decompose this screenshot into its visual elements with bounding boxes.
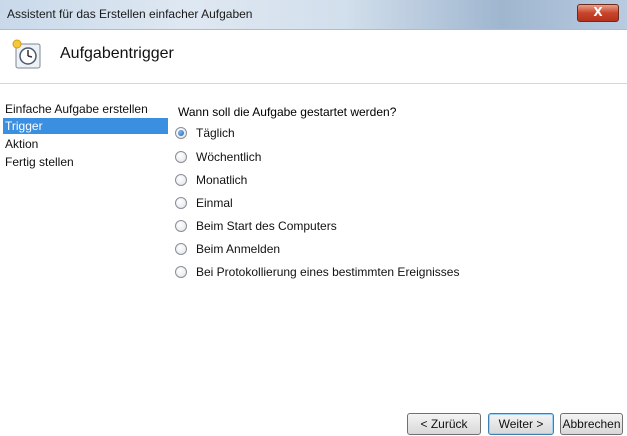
radio-button[interactable] bbox=[175, 220, 187, 232]
option-computer-start[interactable]: Beim Start des Computers bbox=[175, 217, 337, 235]
wizard-header: Aufgabentrigger bbox=[0, 30, 627, 84]
radio-button[interactable] bbox=[175, 151, 187, 163]
option-label: Monatlich bbox=[196, 173, 248, 187]
close-button[interactable]: X bbox=[577, 4, 619, 22]
title-bar: Assistent für das Erstellen einfacher Au… bbox=[0, 0, 627, 30]
radio-button[interactable] bbox=[175, 127, 187, 139]
option-event-log[interactable]: Bei Protokollierung eines bestimmten Ere… bbox=[175, 263, 459, 281]
wizard-sidebar: Einfache Aufgabe erstellen Trigger Aktio… bbox=[0, 84, 168, 436]
window-title: Assistent für das Erstellen einfacher Au… bbox=[7, 7, 253, 21]
sidebar-item-finish[interactable]: Fertig stellen bbox=[3, 154, 168, 170]
wizard-footer: < Zurück Weiter > Abbrechen bbox=[0, 400, 627, 436]
sidebar-item-create-task[interactable]: Einfache Aufgabe erstellen bbox=[3, 101, 168, 117]
option-label: Wöchentlich bbox=[196, 150, 262, 164]
option-monthly[interactable]: Monatlich bbox=[175, 171, 247, 189]
option-weekly[interactable]: Wöchentlich bbox=[175, 148, 261, 166]
option-daily[interactable]: Täglich bbox=[175, 124, 235, 142]
next-button[interactable]: Weiter > bbox=[488, 413, 554, 435]
back-button[interactable]: < Zurück bbox=[407, 413, 481, 435]
sidebar-item-trigger[interactable]: Trigger bbox=[3, 118, 168, 134]
radio-button[interactable] bbox=[175, 266, 187, 278]
radio-button[interactable] bbox=[175, 174, 187, 186]
option-label: Beim Start des Computers bbox=[196, 219, 337, 233]
trigger-question: Wann soll die Aufgabe gestartet werden? bbox=[178, 105, 397, 119]
cancel-button[interactable]: Abbrechen bbox=[560, 413, 623, 435]
option-logon[interactable]: Beim Anmelden bbox=[175, 240, 280, 258]
sidebar-item-action[interactable]: Aktion bbox=[3, 136, 168, 152]
option-label: Einmal bbox=[196, 196, 233, 210]
radio-button[interactable] bbox=[175, 243, 187, 255]
trigger-panel: Wann soll die Aufgabe gestartet werden? … bbox=[172, 84, 627, 394]
option-label: Täglich bbox=[196, 126, 235, 140]
option-once[interactable]: Einmal bbox=[175, 194, 233, 212]
page-title: Aufgabentrigger bbox=[60, 45, 174, 62]
task-clock-icon bbox=[12, 39, 41, 69]
radio-button[interactable] bbox=[175, 197, 187, 209]
option-label: Beim Anmelden bbox=[196, 242, 281, 256]
option-label: Bei Protokollierung eines bestimmten Ere… bbox=[196, 265, 460, 279]
